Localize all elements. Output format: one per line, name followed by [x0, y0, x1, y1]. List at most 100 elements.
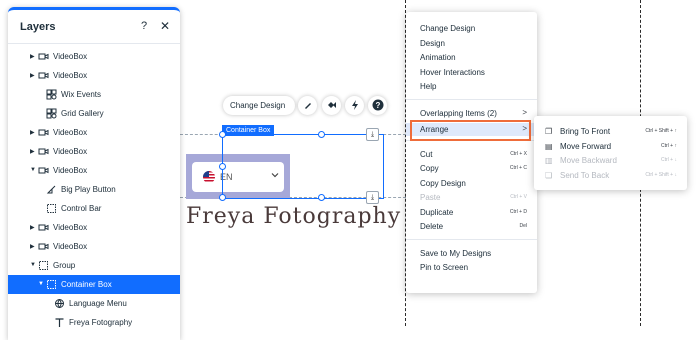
submenu-item-move-forward[interactable]: ▤ Move Forward Ctrl + ↑ — [534, 139, 687, 153]
resize-handle[interactable] — [318, 131, 325, 138]
shortcut-hint: Ctrl + Shift + ↑ — [645, 128, 677, 134]
menu-item-label: Help — [420, 82, 437, 91]
menu-item-animation[interactable]: Animation — [406, 51, 537, 64]
layer-row[interactable]: ▶ VideoBox — [8, 218, 180, 237]
layers-header: Layers ? ✕ — [8, 10, 180, 44]
expand-arrow-icon[interactable]: ▶ — [30, 129, 35, 136]
change-design-button[interactable]: Change Design — [223, 96, 295, 115]
expand-arrow-icon[interactable]: ▶ — [30, 72, 35, 79]
site-title[interactable]: Freya Fotography — [186, 204, 401, 229]
shortcut-hint: Ctrl + ↑ — [661, 142, 677, 149]
layer-row[interactable]: Control Bar — [8, 199, 180, 218]
close-icon[interactable]: ✕ — [160, 19, 170, 33]
video-icon — [38, 70, 49, 81]
submenu-item-label: Move Forward — [560, 141, 612, 151]
layer-row[interactable]: ▶ VideoBox — [8, 47, 180, 66]
layers-panel: Layers ? ✕ ▶ VideoBox ▶ VideoBox Wix Events G… — [8, 7, 180, 340]
bring-to-front-icon: ❐ — [545, 127, 553, 136]
layer-row[interactable]: ▶ VideoBox — [8, 237, 180, 256]
layer-row[interactable]: ▶ VideoBox — [8, 66, 180, 85]
menu-item-help[interactable]: Help — [406, 80, 537, 93]
layer-row[interactable]: ▼ Container Box — [8, 275, 180, 294]
menu-item-label: Save to My Designs — [420, 248, 492, 258]
menu-item-label: Change Design — [420, 24, 476, 33]
animation-icon[interactable] — [322, 96, 341, 115]
resize-handle[interactable] — [219, 163, 226, 170]
resize-handle[interactable] — [219, 194, 226, 201]
menu-item-label: Cut — [420, 149, 433, 159]
layer-label: VideoBox — [53, 147, 88, 156]
shortcut-hint: Ctrl + X — [510, 150, 527, 157]
stretch-icon[interactable]: ⤓ — [366, 128, 379, 141]
box-icon — [46, 279, 57, 290]
shortcut-hint: Ctrl + V — [510, 194, 527, 200]
video-icon — [38, 146, 49, 157]
expand-arrow-icon[interactable]: ▶ — [30, 243, 35, 250]
text-icon — [54, 317, 65, 328]
app-icon — [46, 89, 57, 100]
menu-item-change-design[interactable]: Change Design — [406, 22, 537, 35]
menu-item-label: Copy — [420, 164, 439, 173]
change-design-label: Change Design — [230, 101, 286, 110]
panel-title: Layers — [20, 21, 56, 33]
layer-row[interactable]: ▼ VideoBox — [8, 161, 180, 180]
layer-row[interactable]: ▶ VideoBox — [8, 142, 180, 161]
menu-item-hover-interactions[interactable]: Hover Interactions — [406, 66, 537, 79]
menu-item-pin-to-screen[interactable]: Pin to Screen — [406, 261, 537, 274]
menu-item-label: Paste — [420, 193, 441, 202]
menu-item-delete[interactable]: Delete Del — [406, 220, 537, 233]
layer-label: Control Bar — [61, 204, 102, 213]
menu-item-cut[interactable]: Cut Ctrl + X — [406, 148, 537, 161]
expand-arrow-icon[interactable]: ▶ — [30, 224, 35, 231]
arrange-submenu: ❐ Bring To Front Ctrl + Shift + ↑ ▤ Move For… — [534, 116, 687, 190]
menu-item-duplicate[interactable]: Duplicate Ctrl + D — [406, 206, 537, 219]
layer-row[interactable]: Wix Events — [8, 85, 180, 104]
menu-item-label: Hover Interactions — [420, 67, 485, 77]
submenu-item-bring-to-front[interactable]: ❐ Bring To Front Ctrl + Shift + ↑ — [534, 124, 687, 138]
collapse-arrow-icon[interactable]: ▼ — [38, 281, 44, 287]
layer-label: Group — [53, 261, 76, 270]
container-box-selection[interactable] — [222, 134, 384, 199]
group-icon — [38, 260, 49, 271]
layer-label: Grid Gallery — [61, 109, 104, 118]
help-icon[interactable]: ? — [368, 96, 387, 115]
collapse-arrow-icon[interactable]: ▼ — [30, 262, 36, 268]
move-backward-icon: ▥ — [545, 156, 553, 165]
lightning-icon[interactable] — [345, 96, 364, 115]
layer-label: VideoBox — [53, 223, 88, 232]
svg-text:?: ? — [375, 101, 380, 110]
resize-handle[interactable] — [219, 131, 226, 138]
layer-label: Language Menu — [69, 299, 127, 308]
layer-row[interactable]: Language Menu — [8, 294, 180, 313]
layer-row[interactable]: ▼ Group — [8, 256, 180, 275]
menu-item-save-to-my-designs[interactable]: Save to My Designs — [406, 247, 537, 260]
layer-row[interactable]: Grid Gallery — [8, 104, 180, 123]
menu-item-overlapping-items-2[interactable]: Overlapping Items (2) > — [406, 107, 537, 120]
layer-row[interactable]: ▶ VideoBox — [8, 123, 180, 142]
menu-item-label: Animation — [420, 53, 456, 62]
layer-label: VideoBox — [53, 71, 88, 80]
expand-arrow-icon[interactable]: ▶ — [30, 53, 35, 60]
layer-label: Big Play Button — [61, 185, 116, 194]
help-icon[interactable]: ? — [141, 20, 147, 32]
submenu-item-label: Send To Back — [560, 170, 610, 180]
submenu-item-move-backward: ▥ Move Backward Ctrl + ↓ — [534, 153, 687, 167]
submenu-item-label: Bring To Front — [560, 127, 611, 136]
pen-icon[interactable] — [298, 96, 317, 115]
container-box-label: Container Box — [222, 125, 275, 136]
layer-row[interactable]: Freya Fotography — [8, 313, 180, 332]
layer-label: VideoBox — [53, 128, 88, 137]
shortcut-hint: Ctrl + Shift + ↓ — [645, 171, 677, 178]
menu-item-design[interactable]: Design — [406, 37, 537, 50]
menu-item-copy-design[interactable]: Copy Design — [406, 177, 537, 190]
layer-row[interactable]: Big Play Button — [8, 180, 180, 199]
menu-separator — [406, 238, 537, 240]
menu-item-copy[interactable]: Copy Ctrl + C — [406, 162, 537, 175]
menu-item-label: Overlapping Items (2) — [420, 108, 497, 118]
menu-separator — [406, 98, 537, 100]
stretch-icon[interactable]: ⤓ — [366, 191, 379, 204]
expand-arrow-icon[interactable]: ▶ — [30, 148, 35, 155]
layer-label: Wix Events — [61, 90, 102, 99]
resize-handle[interactable] — [318, 194, 325, 201]
collapse-arrow-icon[interactable]: ▼ — [30, 167, 36, 173]
